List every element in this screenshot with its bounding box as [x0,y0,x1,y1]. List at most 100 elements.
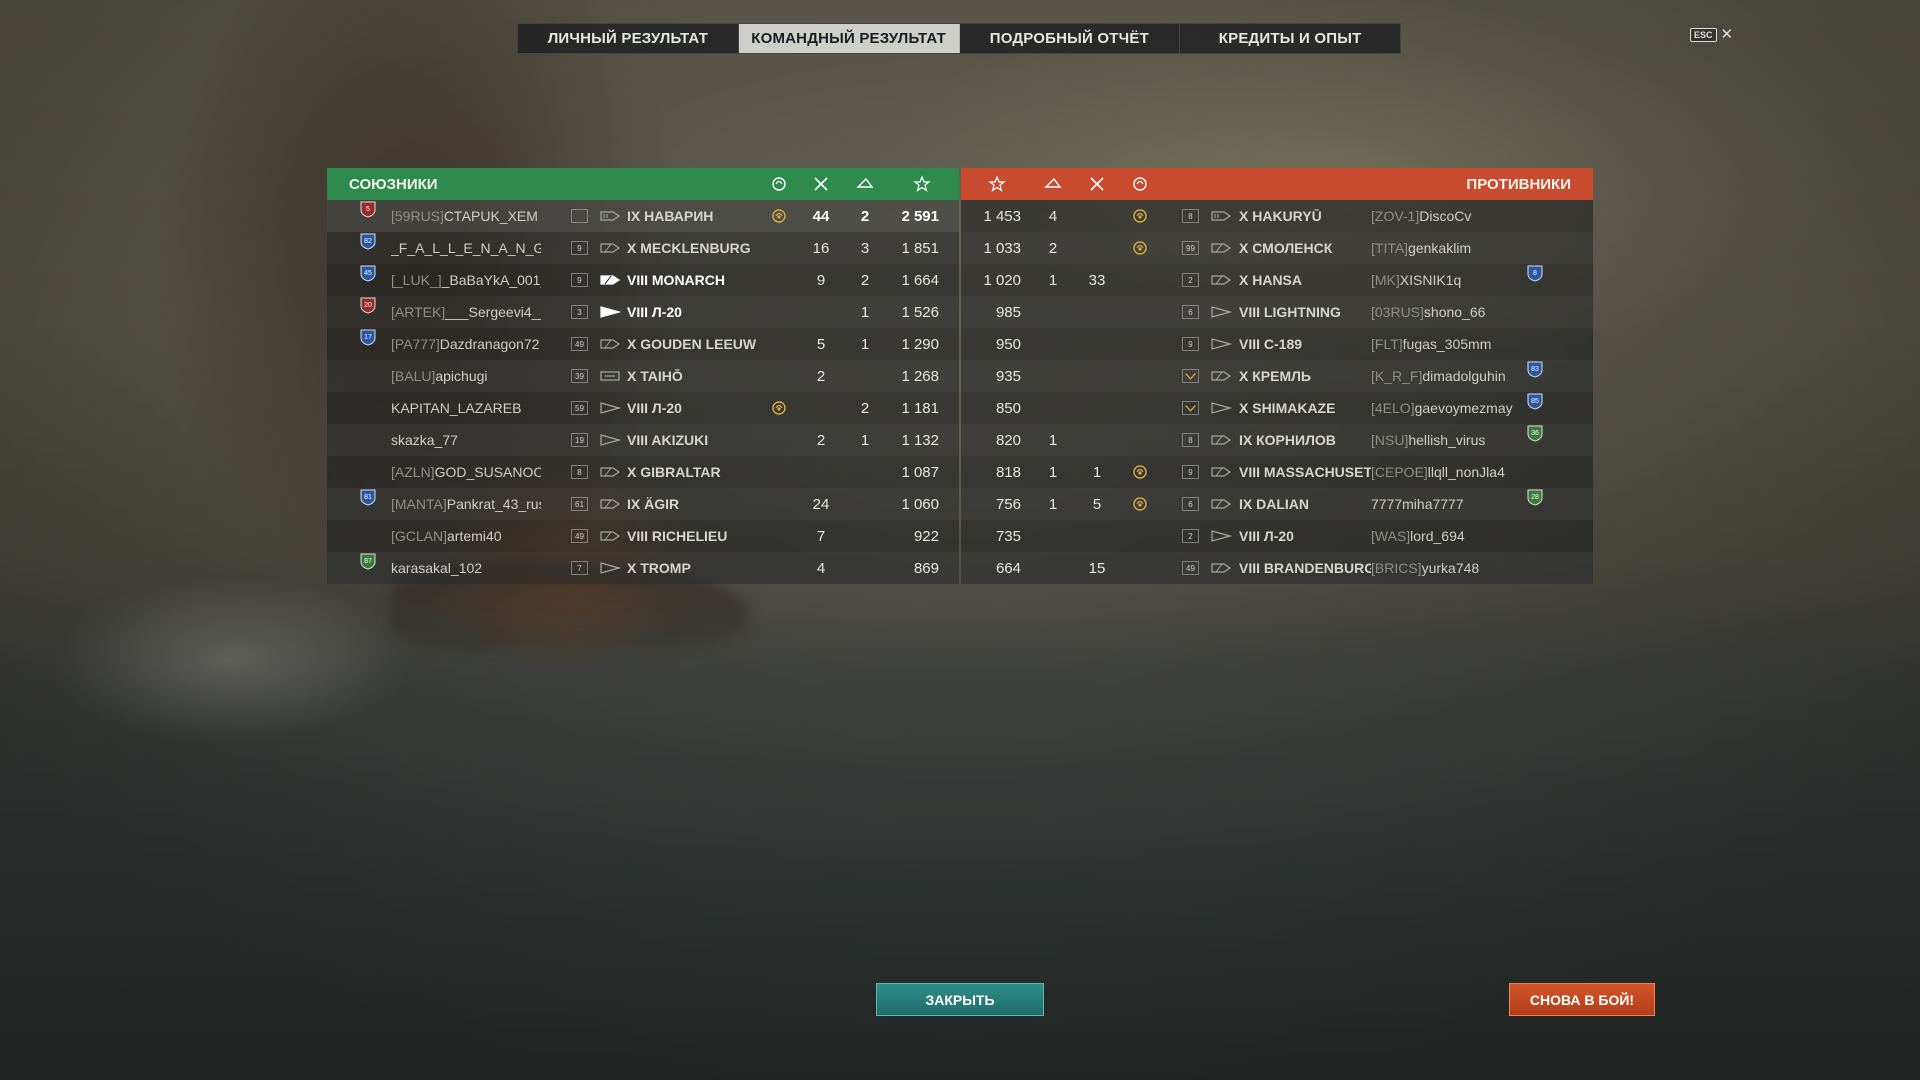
rank-badge-icon: 17 [359,328,377,346]
ally-row[interactable]: KAPITAN_LAZAREB 59 VIII Л-20 2 1 181 [327,392,959,424]
battle-again-button[interactable]: СНОВА В БОЙ! [1509,983,1655,1016]
laurel-icon [1131,232,1149,264]
rank-badge-icon: 5 [359,200,377,218]
ship-class-icon [1210,520,1232,552]
enemy-row[interactable]: 1 453 4 8 X HAKURYŪ [ZOV-1] DiscoCv [961,200,1593,232]
clan-tag: [ZOV-1] [1371,208,1420,224]
ally-row[interactable]: 82 _F_A_L_L_E_N_A_N_G... 9 X MECKLENBURG 16 3… [327,232,959,264]
rank-badge-icon: 20 [359,296,377,314]
base-xp-value: 1 132 [901,431,939,449]
service-level-badge: 9 [1182,337,1199,351]
tab-credits-xp[interactable]: КРЕДИТЫ И ОПЫТ [1180,24,1400,53]
ship-class-icon [599,392,621,424]
clan-tag: [BALU] [391,368,436,384]
base-xp-value: 1 453 [983,207,1021,225]
player-name: [K_R_F] dimadolguhin [1371,360,1521,392]
player-nickname: llqll_nonJla4 [1427,464,1505,480]
player-nickname: lord_694 [1410,528,1465,544]
service-level-badge: 8 [1182,433,1199,447]
kills-value: 24 [812,495,830,513]
ship-class-icon [599,200,621,232]
rank-badge-icon: 81 [359,488,377,506]
ally-row[interactable]: 17 [PA777] Dazdranagon72 49 X GOUDEN LEEUW 5… [327,328,959,360]
service-level [1182,392,1199,424]
clan-tag: [CEPOE] [1371,464,1428,480]
allies-rows: 5 [59RUS] СТАРUK_XEM IX НАВАРИН 44 2 2 591 82 _… [327,200,959,584]
ship-name: VIII MASSACHUSETT... [1239,464,1371,480]
ship-class-icon [599,232,621,264]
allies-title: СОЮЗНИКИ [349,175,438,193]
ally-row[interactable]: 5 [59RUS] СТАРUK_XEM IX НАВАРИН 44 2 2 591 [327,200,959,232]
base-xp-value: 935 [995,367,1021,385]
allies-header: СОЮЗНИКИ [327,168,959,200]
ship-class-icon [599,424,621,456]
service-level-badge [1182,401,1199,415]
player-nickname: dimadolguhin [1422,368,1506,384]
kills-value [1081,200,1113,232]
svg-text:85: 85 [1531,398,1539,405]
esc-close-button[interactable]: ESC ✕ [1690,27,1733,42]
service-level: 49 [1182,552,1199,584]
player-name: [ARTEK] ___Sergeevi4__ [391,296,541,328]
tab-detailed-report[interactable]: ПОДРОБНЫЙ ОТЧЁТ [960,24,1181,53]
player-nickname: XISNIK1q [1399,272,1462,288]
kills-value: 4 [816,559,826,577]
kills-value [1081,424,1113,456]
base-xp-value: 869 [913,559,939,577]
player-nickname: Dazdranagon72 [439,336,540,352]
ship-name: IX НАВАРИН [627,208,714,224]
enemy-row[interactable]: 985 6 VIII LIGHTNING [03RUS] shono_66 [961,296,1593,328]
enemy-row[interactable]: 735 2 VIII Л-20 [WAS] lord_694 [961,520,1593,552]
player-name: [FLT] fugas_305mm [1371,328,1521,360]
enemy-row[interactable]: 1 020 1 33 2 X HANSA [MK] XISNIK1q 8 [961,264,1593,296]
service-level: 49 [571,328,588,360]
kills-value: 2 [816,367,826,385]
ally-row[interactable]: 81 [MANTA] Pankrat_43_rus 61 IX ÄGIR 24 1 060 [327,488,959,520]
ship-name: VIII Л-20 [627,400,682,416]
enemy-row[interactable]: 664 15 49 VIII BRANDENBURG B[BRICS] yurka74… [961,552,1593,584]
player-name: [BRICS] yurka748 [1371,552,1521,584]
service-level: 8 [571,456,588,488]
ally-row[interactable]: 87 karasakal_102 7 X TROMP 4 869 [327,552,959,584]
service-level-badge: 99 [1182,241,1199,255]
ally-row[interactable]: 20 [ARTEK] ___Sergeevi4__ 3 VIII Л-20 1 1 526 [327,296,959,328]
ally-row[interactable]: [BALU] apichugi 39 X TAIHŌ 2 1 268 [327,360,959,392]
enemy-row[interactable]: 950 9 VIII С-189 [FLT] fugas_305mm [961,328,1593,360]
kills-value [1081,360,1113,392]
player-name: [ZOV-1] DiscoCv [1371,200,1521,232]
enemy-row[interactable]: 820 1 8 IX КОРНИЛОВ [NSU] hellish_virus 36 [961,424,1593,456]
ally-row[interactable]: skazka_77 19 VIII AKIZUKI 2 1 1 132 [327,424,959,456]
ship-name: X СМОЛЕНСК [1239,240,1333,256]
player-nickname: genkaklim [1408,240,1472,256]
service-level-badge: 8 [1182,209,1199,223]
esc-key-label: ESC [1690,27,1717,42]
svg-text:5: 5 [366,206,370,213]
service-level-badge: 3 [571,305,588,319]
player-nickname: Pankrat_43_rus [446,496,541,512]
service-level-badge: 49 [1182,561,1199,575]
ship-name: X TROMP [627,560,691,576]
base-xp-value: 1 290 [901,335,939,353]
laurel-icon [1131,488,1149,520]
tab-team-result[interactable]: КОМАНДНЫЙ РЕЗУЛЬТАТ [738,24,960,53]
player-name: [59RUS] СТАРUK_XEM [391,200,541,232]
kills-value: 16 [812,239,830,257]
kills-value [1081,392,1113,424]
enemy-row[interactable]: 756 1 5 6 IX DALIAN 7777miha7777 28 [961,488,1593,520]
ally-row[interactable]: 45 [_LUK_] _BaBaYkA_001_ 9 VIII MONARCH 9 2 1 … [327,264,959,296]
player-name: karasakal_102 [391,552,541,584]
enemy-row[interactable]: 850 X SHIMAKAZE [4ELO] gaevoymezmay 85 [961,392,1593,424]
player-name: 7777miha7777 [1371,488,1521,520]
clan-tag: [PA777] [391,336,440,352]
player-nickname: fugas_305mm [1402,336,1492,352]
close-button[interactable]: ЗАКРЫТЬ [876,983,1044,1016]
enemy-row[interactable]: 818 1 1 9 VIII MASSACHUSETT...[CEPOE] llqll_… [961,456,1593,488]
ally-row[interactable]: [AZLN] GOD_SUSANOO... 8 X GIBRALTAR 1 087 [327,456,959,488]
enemy-row[interactable]: 1 033 2 99 X СМОЛЕНСК [TITA] genkaklim [961,232,1593,264]
ship-class-icon [1210,488,1232,520]
ally-row[interactable]: [GCLAN] artemi40 49 VIII RICHELIEU 7 922 [327,520,959,552]
ship-class-icon [599,552,621,584]
tab-personal-result[interactable]: ЛИЧНЫЙ РЕЗУЛЬТАТ [518,24,739,53]
enemy-row[interactable]: 935 X КРЕМЛЬ [K_R_F] dimadolguhin 83 [961,360,1593,392]
laurel-icon [770,200,788,232]
